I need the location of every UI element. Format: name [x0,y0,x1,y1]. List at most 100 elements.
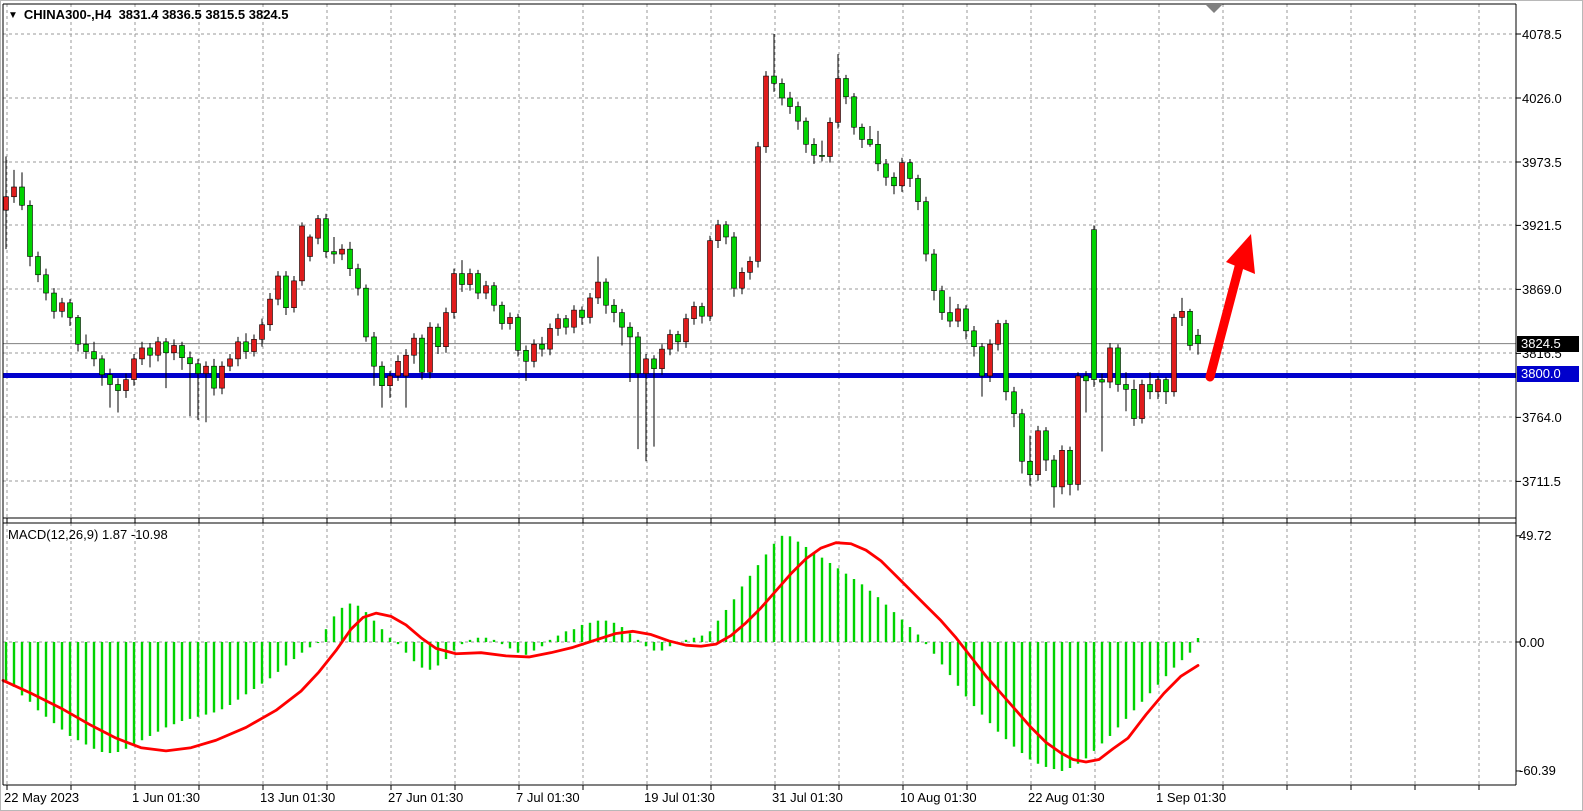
macd-bar [53,642,55,723]
bull-candle [268,299,273,325]
macd-bar [181,642,183,721]
bear-candle [500,305,505,323]
bull-candle [308,237,313,257]
macd-bar [117,642,119,752]
macd-bar [973,642,975,706]
macd-bar [757,565,759,642]
macd-bar [605,621,607,642]
macd-bar [85,642,87,745]
bear-candle [788,98,793,107]
macd-bar [517,642,519,653]
macd-bar [453,642,455,651]
macd-bar [557,636,559,642]
bear-candle [44,275,49,293]
time-axis-label[interactable]: 7 Jul 01:30 [516,790,580,805]
bear-candle [796,107,801,122]
macd-bar [309,642,311,647]
macd-bar [1109,642,1111,736]
macd-bar [237,642,239,700]
bull-candle [228,359,233,366]
bear-candle [892,177,897,186]
macd-bar [837,568,839,642]
macd-bar [1133,642,1135,710]
macd-main-value: 1.87 [102,527,127,542]
time-axis-label[interactable]: 27 Jun 01:30 [388,790,463,805]
bear-candle [804,121,809,144]
bear-candle [780,83,785,98]
bear-candle [604,282,609,305]
macd-bar [1013,642,1015,747]
macd-bar [61,642,63,730]
macd-bar [869,591,871,642]
time-axis-label[interactable]: 31 Jul 01:30 [772,790,843,805]
macd-bar [917,635,919,642]
macd-bar [877,597,879,642]
bear-candle [932,254,937,291]
bear-candle [108,375,113,385]
bear-candle [20,187,25,205]
bull-candle [644,359,649,374]
macd-bar [261,642,263,684]
macd-bar [245,642,247,694]
bear-candle [860,127,865,139]
support-level-price-tag[interactable]: 3800.0 [1517,366,1579,382]
time-axis-label[interactable]: 19 Jul 01:30 [644,790,715,805]
macd-bar [909,627,911,642]
bear-candle [876,144,881,164]
bear-candle [844,78,849,96]
time-axis-label[interactable]: 22 May 2023 [4,790,79,805]
macd-bar [1101,642,1103,743]
macd-bar [1037,642,1039,764]
macd-bar [421,642,423,668]
bull-candle [468,274,473,285]
macd-bar [629,633,631,642]
time-axis-label[interactable]: 10 Aug 01:30 [900,790,977,805]
bear-candle [332,252,337,254]
candlestick-series[interactable] [4,34,1201,508]
macd-bar [893,612,895,642]
bear-candle [868,139,873,144]
time-axis-label[interactable]: 1 Sep 01:30 [1156,790,1226,805]
macd-bar [269,642,271,678]
bear-candle [516,317,521,350]
bear-candle [420,338,425,372]
bull-candle [60,303,65,312]
bear-candle [244,342,249,352]
macd-bar [485,638,487,642]
macd-bar [493,640,495,642]
macd-axis-label: -60.39 [1519,763,1556,778]
macd-indicator-label: MACD(12,26,9) 1.87 -10.98 [8,527,168,542]
bear-candle [1196,335,1201,343]
symbol-dropdown-icon[interactable]: ▼ [8,10,18,21]
trend-arrow[interactable] [1210,234,1255,377]
macd-bar [469,640,471,642]
macd-bar [93,642,95,749]
macd-bar [1029,642,1031,759]
macd-bar [733,599,735,642]
chart-shift-marker-icon[interactable] [1206,5,1222,13]
time-axis-label[interactable]: 1 Jun 01:30 [132,790,200,805]
macd-bar [981,642,983,715]
bull-candle [716,225,721,241]
bear-candle [372,337,377,366]
chart-canvas[interactable] [1,1,1583,811]
time-axis-label[interactable]: 13 Jun 01:30 [260,790,335,805]
bear-candle [948,313,953,322]
macd-bar [525,642,527,655]
macd-bar [861,584,863,642]
macd-bar [621,627,623,642]
quote-close: 3824.5 [249,7,289,22]
macd-bar [933,642,935,654]
support-level-line[interactable] [3,373,1516,378]
bull-candle [748,261,753,272]
macd-bar [949,642,951,675]
time-axis-label[interactable]: 22 Aug 01:30 [1028,790,1105,805]
bear-candle [92,352,97,359]
bear-candle [164,342,169,353]
bear-candle [1116,348,1121,385]
bear-candle [772,76,777,83]
macd-bar [765,554,767,642]
price-axis-label: 4078.5 [1522,27,1562,42]
bear-candle [916,178,921,201]
bear-candle [1012,392,1017,414]
